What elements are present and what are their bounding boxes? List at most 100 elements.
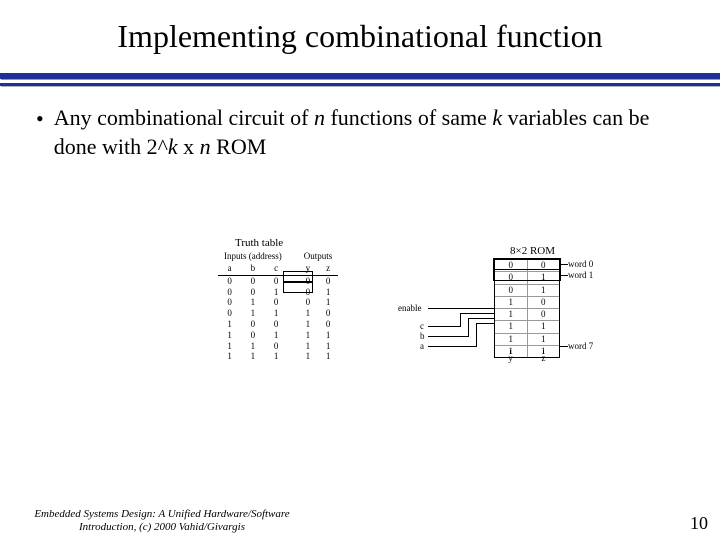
- rom-bit: 1: [495, 334, 528, 345]
- table-cell: 1: [265, 330, 288, 341]
- txt-frag: ROM: [211, 134, 267, 159]
- wire: [560, 264, 568, 265]
- bullet-dot: •: [36, 104, 44, 161]
- table-cell: 0: [318, 275, 338, 286]
- table-cell: 1: [218, 319, 241, 330]
- table-cell: [288, 330, 298, 341]
- table-cell: 1: [241, 341, 264, 352]
- table-cell: 1: [241, 297, 264, 308]
- wire: [460, 313, 461, 327]
- wire: [560, 275, 568, 276]
- table-cell: 1: [298, 351, 318, 362]
- out-z: z: [527, 353, 560, 363]
- table-cell: [288, 319, 298, 330]
- truth-hl-1: [283, 282, 313, 293]
- table-cell: 1: [218, 330, 241, 341]
- truth-table: Inputs (address) Outputs a b c y z 00000…: [218, 251, 338, 362]
- wire: [510, 350, 511, 354]
- rule-thick: [0, 73, 720, 79]
- table-cell: 0: [298, 297, 318, 308]
- table-cell: 0: [265, 341, 288, 352]
- table-row: 01001: [218, 297, 338, 308]
- table-cell: 0: [241, 319, 264, 330]
- table-cell: 1: [318, 287, 338, 298]
- table-row: 11011: [218, 341, 338, 352]
- txt-frag: functions of same: [325, 105, 492, 130]
- table-row: 00101: [218, 287, 338, 298]
- txt-frag: Any combinational circuit of: [54, 105, 314, 130]
- rom-bit: 1: [495, 297, 528, 308]
- table-cell: 1: [318, 297, 338, 308]
- wire: [476, 323, 494, 324]
- wire: [476, 323, 477, 347]
- table-cell: 1: [318, 330, 338, 341]
- wire: [428, 308, 494, 309]
- table-cell: 0: [218, 297, 241, 308]
- wire: [468, 318, 494, 319]
- table-cell: 1: [218, 351, 241, 362]
- footer-source: Embedded Systems Design: A Unified Hardw…: [12, 508, 312, 534]
- table-cell: [288, 297, 298, 308]
- footer: Embedded Systems Design: A Unified Hardw…: [12, 508, 708, 534]
- rom-bit: 1: [495, 321, 528, 332]
- th-outputs: Outputs: [298, 251, 339, 263]
- table-row: 10111: [218, 330, 338, 341]
- rom-caption: 8×2 ROM: [510, 245, 555, 257]
- rom-bit: 0: [528, 309, 560, 320]
- wire: [428, 346, 476, 347]
- rule-thin: [0, 83, 720, 86]
- rom-word: 11: [495, 321, 559, 333]
- rom-bit: 1: [528, 321, 560, 332]
- table-cell: 1: [218, 341, 241, 352]
- table-cell: 1: [265, 351, 288, 362]
- out-y: y: [494, 353, 527, 363]
- table-cell: [288, 341, 298, 352]
- table-cell: 1: [241, 351, 264, 362]
- page-number: 10: [690, 513, 708, 534]
- word-1-label: word 1: [568, 270, 593, 280]
- table-row: 00000: [218, 275, 338, 286]
- wire: [460, 313, 494, 314]
- word-0-label: word 0: [568, 259, 593, 269]
- word-7-label: word 7: [568, 341, 593, 351]
- wire: [428, 326, 460, 327]
- table-cell: 0: [241, 287, 264, 298]
- rom-hl-0: [493, 258, 561, 270]
- slide-title: Implementing combinational function: [0, 0, 720, 73]
- rom-output-labels: y z: [494, 353, 560, 363]
- table-cell: 1: [298, 330, 318, 341]
- col-b: b: [241, 263, 264, 275]
- th-inputs: Inputs (address): [218, 251, 288, 263]
- rom-bit: 0: [495, 285, 528, 296]
- table-cell: 1: [298, 319, 318, 330]
- rom-word: 11: [495, 334, 559, 346]
- rom-bit: 1: [528, 285, 560, 296]
- truth-table-caption: Truth table: [235, 237, 283, 249]
- rom-word: 10: [495, 309, 559, 321]
- table-row: 11111: [218, 351, 338, 362]
- var-n: n: [314, 105, 325, 130]
- table-cell: 1: [298, 308, 318, 319]
- rom-hl-1: [493, 269, 561, 281]
- table-cell: 0: [218, 287, 241, 298]
- table-cell: 1: [318, 341, 338, 352]
- table-cell: 1: [298, 341, 318, 352]
- table-row: 01110: [218, 308, 338, 319]
- table-cell: 0: [241, 330, 264, 341]
- table-cell: 0: [241, 275, 264, 286]
- wire: [543, 350, 544, 354]
- table-cell: 0: [265, 297, 288, 308]
- col-a: a: [218, 263, 241, 275]
- table-cell: [288, 351, 298, 362]
- input-c-label: c: [420, 321, 424, 331]
- rom-word: 10: [495, 297, 559, 309]
- rom-bit: 1: [528, 334, 560, 345]
- var-n: n: [200, 134, 211, 159]
- table-cell: 1: [318, 351, 338, 362]
- input-b-label: b: [420, 331, 425, 341]
- bullet-item: • Any combinational circuit of n functio…: [0, 104, 720, 161]
- table-cell: [288, 308, 298, 319]
- enable-label: enable: [398, 303, 421, 313]
- rom-word: 01: [495, 285, 559, 297]
- truth-hl-0: [283, 271, 313, 282]
